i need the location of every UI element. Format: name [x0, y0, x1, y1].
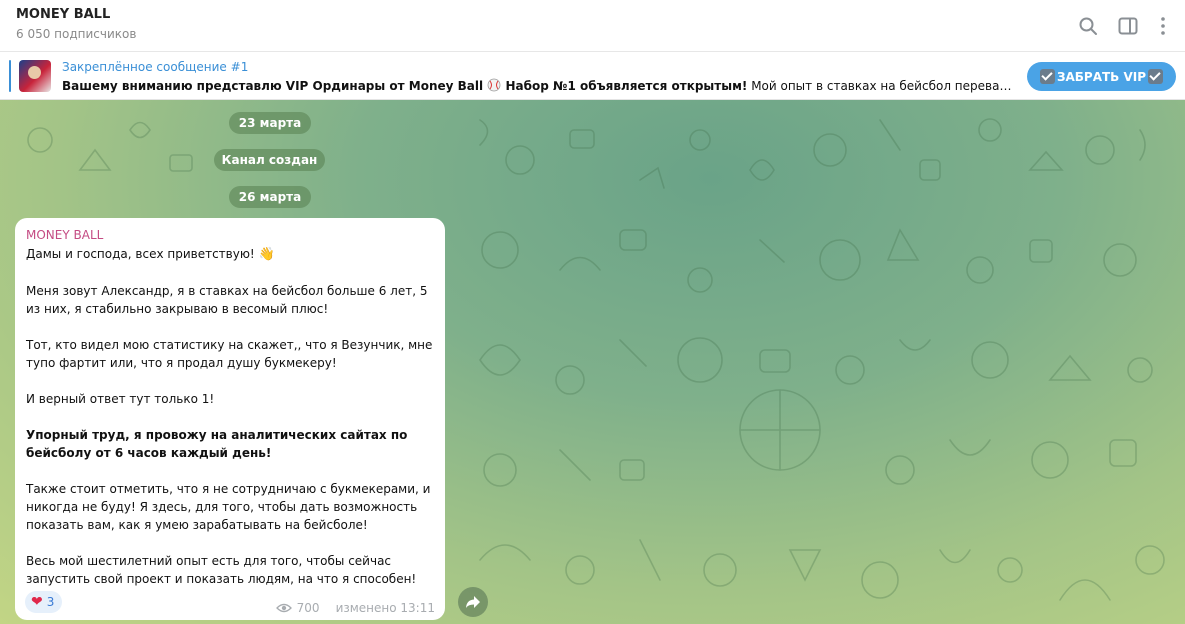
checkbox-icon: [1148, 69, 1164, 84]
pinned-text-rest: Мой опыт в ставках на бейсбол перевалил …: [751, 79, 1012, 93]
pinned-preview: Вашему вниманию представлю VIP Ординары …: [62, 78, 1012, 93]
pinned-title: Закреплённое сообщение #1: [62, 60, 249, 74]
waving-hand-icon: 👋: [258, 247, 275, 262]
message-paragraph: Дамы и господа, всех приветствую! 👋: [26, 247, 275, 262]
message-text: Дамы и господа, всех приветствую! 👋 Меня…: [26, 245, 438, 606]
baseball-icon: [487, 78, 501, 92]
date-separator: 26 марта: [229, 186, 311, 208]
forward-button[interactable]: [458, 587, 488, 617]
edited-timestamp: изменено 13:11: [335, 601, 435, 615]
message-sender[interactable]: MONEY BALL: [26, 228, 103, 242]
pinned-text-bold-a: Вашему вниманию представлю VIP Ординары …: [62, 79, 488, 93]
message-paragraph: Тот, кто видел мою статистику на скажет,…: [26, 338, 433, 370]
message-paragraph: Весь мой шестилетний опыт есть для того,…: [26, 554, 417, 586]
forward-arrow-icon: [466, 596, 480, 608]
heart-reaction-icon: ❤: [31, 594, 43, 610]
pinned-text-bold-b: Набор №1 объявляется открытым!: [501, 79, 748, 93]
views-eye-icon: [275, 603, 292, 613]
subscriber-count: 6 050 подписчиков: [16, 27, 137, 41]
reaction-count: 3: [46, 595, 55, 609]
get-vip-button[interactable]: ЗАБРАТЬ VIP: [1027, 62, 1176, 91]
get-vip-label: ЗАБРАТЬ VIP: [1056, 69, 1147, 84]
message-bubble[interactable]: MONEY BALL Дамы и господа, всех приветст…: [15, 218, 445, 620]
message-paragraph: Также стоит отметить, что я не сотруднич…: [26, 482, 431, 532]
pinned-thumbnail: [19, 60, 51, 92]
view-count: 700: [296, 601, 320, 615]
chat-area[interactable]: 23 марта Канал создан 26 марта MONEY BAL…: [0, 100, 1185, 624]
message-paragraph: И верный ответ тут только 1!: [26, 392, 215, 406]
message-paragraph-bold: Упорный труд, я провожу на аналитических…: [26, 428, 408, 460]
channel-title[interactable]: MONEY BALL: [16, 7, 110, 22]
reaction-chip[interactable]: ❤ 3: [25, 591, 63, 613]
checkbox-icon: [1039, 69, 1055, 84]
more-vertical-icon[interactable]: [1151, 14, 1175, 38]
search-icon[interactable]: [1076, 14, 1100, 38]
pinned-indicator: [9, 60, 11, 92]
pinned-message-bar[interactable]: Закреплённое сообщение #1 Вашему внимани…: [0, 52, 1185, 100]
message-paragraph: Меня зовут Александр, я в ставках на бей…: [26, 284, 428, 316]
date-separator: 23 марта: [229, 112, 311, 134]
channel-created-notice: Канал создан: [214, 149, 325, 171]
sidebar-toggle-icon[interactable]: [1116, 14, 1140, 38]
chat-header: MONEY BALL 6 050 подписчиков: [0, 0, 1185, 52]
message-meta: 700 изменено 13:11: [275, 601, 435, 615]
